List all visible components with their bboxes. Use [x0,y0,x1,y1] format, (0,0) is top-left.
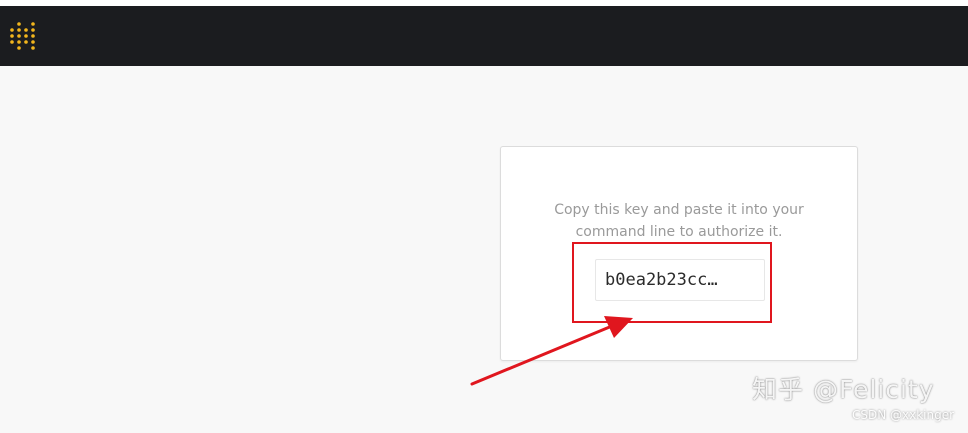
watermark-text: 知乎 @Felicity [752,375,935,404]
app-header [0,6,968,66]
instruction-line-2: command line to authorize it. [575,224,783,240]
page: Copy this key and paste it into your com… [0,0,968,433]
authorize-instructions: Copy this key and paste it into your com… [501,199,857,243]
dots-logo-icon[interactable] [8,20,38,52]
credit-text: CSDN @xxkinger [852,408,955,422]
annotation-highlight-box [572,242,772,323]
instruction-line-1: Copy this key and paste it into your [554,202,804,218]
